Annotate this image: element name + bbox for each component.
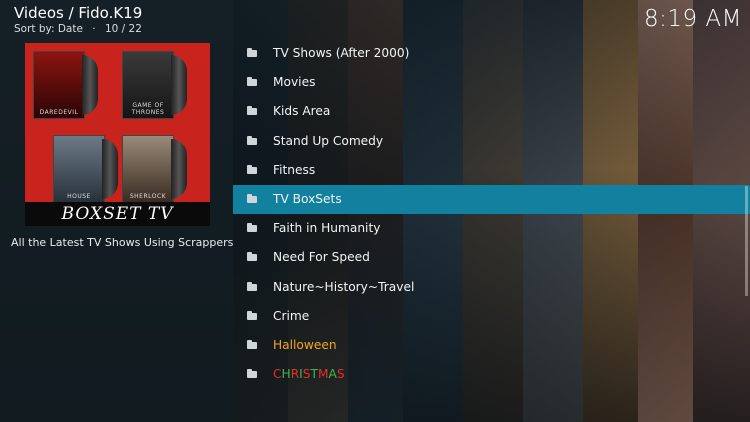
list-item[interactable]: Movies xyxy=(233,68,750,97)
disc-graphic xyxy=(171,55,187,115)
list-item[interactable]: Need For Speed xyxy=(233,243,750,272)
list-item-focused[interactable]: TV BoxSets xyxy=(233,184,750,215)
case-cover: HOUSE xyxy=(53,135,105,203)
disc-graphic xyxy=(82,55,98,115)
list-item-label: TV BoxSets xyxy=(273,191,342,206)
list-item-label: Need For Speed xyxy=(273,250,370,265)
folder-icon xyxy=(247,310,257,320)
menu-list: TV Shows (After 2000) Movies Kids Area S… xyxy=(233,39,750,389)
case-title: DAREDEVIL xyxy=(39,109,79,116)
thumbnail-banner: BOXSET TV xyxy=(25,202,210,226)
list-item[interactable]: Nature~History~Travel xyxy=(233,273,750,302)
case-cover: SHERLOCK xyxy=(122,135,174,203)
folder-icon xyxy=(247,281,257,291)
sort-info[interactable]: Sort by: Date · 10 / 22 xyxy=(14,23,142,35)
breadcrumb: Videos / Fido.K19 xyxy=(14,4,143,22)
folder-icon xyxy=(247,135,257,145)
list-item-label: Nature~History~Travel xyxy=(273,279,415,294)
list-item[interactable]: Faith in Humanity xyxy=(233,214,750,243)
list-item-label: Halloween xyxy=(273,337,337,352)
list-item[interactable]: TV Shows (After 2000) xyxy=(233,39,750,68)
sort-label: Sort by: Date xyxy=(14,23,83,35)
folder-icon xyxy=(247,339,257,349)
item-position: 10 / 22 xyxy=(104,23,142,35)
list-item-label: Crime xyxy=(273,308,310,323)
list-item[interactable]: Halloween xyxy=(233,331,750,360)
disc-graphic xyxy=(102,139,118,199)
list-item-label: TV Shows (After 2000) xyxy=(273,46,410,60)
plot-description: All the Latest TV Shows Using Scrappers xyxy=(11,236,234,249)
folder-icon xyxy=(247,106,257,116)
list-item-label: Kids Area xyxy=(273,104,331,119)
poster-thumbnail: DAREDEVIL GAME OF THRONES HOUSE SHERLOCK… xyxy=(25,43,210,226)
case-title: SHERLOCK xyxy=(129,193,167,200)
folder-icon xyxy=(247,164,257,174)
case-title: HOUSE xyxy=(67,193,91,200)
case-cover: DAREDEVIL xyxy=(33,51,85,119)
disc-graphic xyxy=(171,139,187,199)
folder-icon xyxy=(247,223,257,233)
folder-icon xyxy=(247,48,257,57)
folder-icon xyxy=(247,193,257,203)
list-item[interactable]: Fitness xyxy=(233,156,750,185)
scrollbar[interactable] xyxy=(745,186,748,296)
list-item[interactable]: Kids Area xyxy=(233,97,750,126)
folder-icon xyxy=(247,77,257,87)
folder-icon xyxy=(247,369,257,379)
list-item-label: Stand Up Comedy xyxy=(273,133,384,148)
list-item[interactable]: Stand Up Comedy xyxy=(233,127,750,156)
case-cover: GAME OF THRONES xyxy=(122,51,174,119)
list-item-label: CHRISTMAS xyxy=(273,367,345,382)
list-item-label: Movies xyxy=(273,75,316,90)
sort-separator: · xyxy=(92,23,96,35)
list-item-label: Faith in Humanity xyxy=(273,221,381,236)
list-item[interactable]: Crime xyxy=(233,302,750,331)
clock: 8:19 AM xyxy=(643,6,742,32)
list-item-label: Fitness xyxy=(273,162,316,177)
folder-icon xyxy=(247,252,257,262)
list-item[interactable]: CHRISTMAS xyxy=(233,360,750,389)
case-title: GAME OF THRONES xyxy=(131,102,165,116)
